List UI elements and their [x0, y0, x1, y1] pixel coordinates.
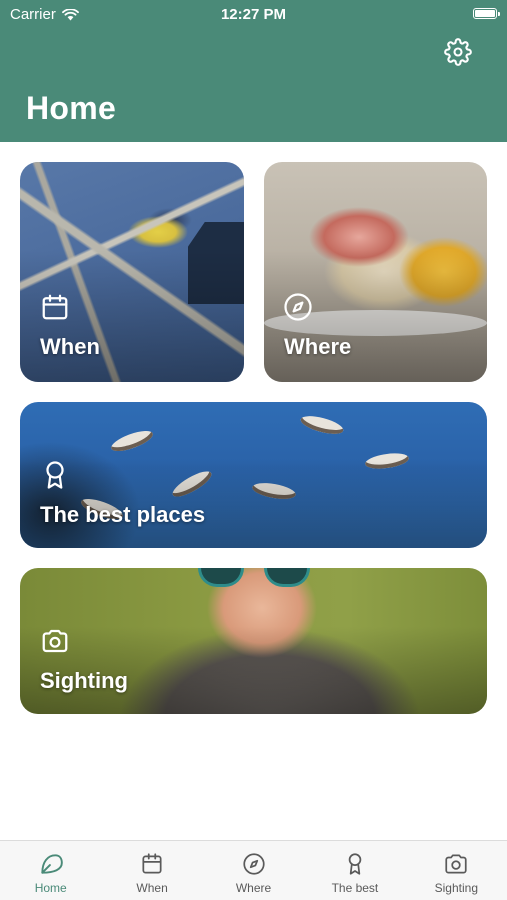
tab-bar: Home When Where The best Sighting — [0, 840, 507, 900]
tab-label: The best — [331, 881, 379, 895]
when-card[interactable]: When — [20, 162, 244, 382]
award-icon — [348, 853, 362, 875]
compass-icon — [242, 853, 265, 875]
status-time: 12:27 PM — [220, 6, 287, 23]
tab-label: Home — [34, 881, 67, 895]
calendar-icon — [42, 294, 68, 320]
leaf-icon — [41, 854, 63, 874]
tab-label: Where — [235, 881, 272, 895]
camera-icon — [42, 629, 68, 653]
tab-sighting[interactable]: Sighting — [406, 841, 507, 900]
sighting-card-label: Sighting — [40, 668, 128, 693]
sighting-card[interactable]: Sighting — [20, 568, 487, 714]
camera-icon — [445, 854, 467, 874]
tab-the-best[interactable]: The best — [304, 841, 405, 900]
calendar-icon — [142, 853, 162, 874]
best-places-card[interactable]: The best places — [20, 402, 487, 548]
battery-icon — [473, 8, 500, 19]
tab-label: Sighting — [434, 881, 479, 895]
header: Carrier 12:27 PM Home — [0, 0, 507, 142]
tab-when[interactable]: When — [101, 841, 202, 900]
award-icon — [46, 461, 64, 489]
best-places-card-label: The best places — [40, 502, 206, 527]
status-bar: Carrier 12:27 PM — [0, 0, 507, 30]
gear-icon[interactable] — [444, 38, 472, 66]
tab-label: When — [136, 881, 168, 895]
when-card-label: When — [40, 334, 100, 359]
tab-home[interactable]: Home — [0, 841, 101, 900]
where-card[interactable]: Where — [264, 162, 487, 382]
compass-icon — [284, 293, 312, 321]
tab-where[interactable]: Where — [203, 841, 304, 900]
where-card-label: Where — [284, 334, 352, 359]
page-title: Home — [26, 90, 117, 126]
